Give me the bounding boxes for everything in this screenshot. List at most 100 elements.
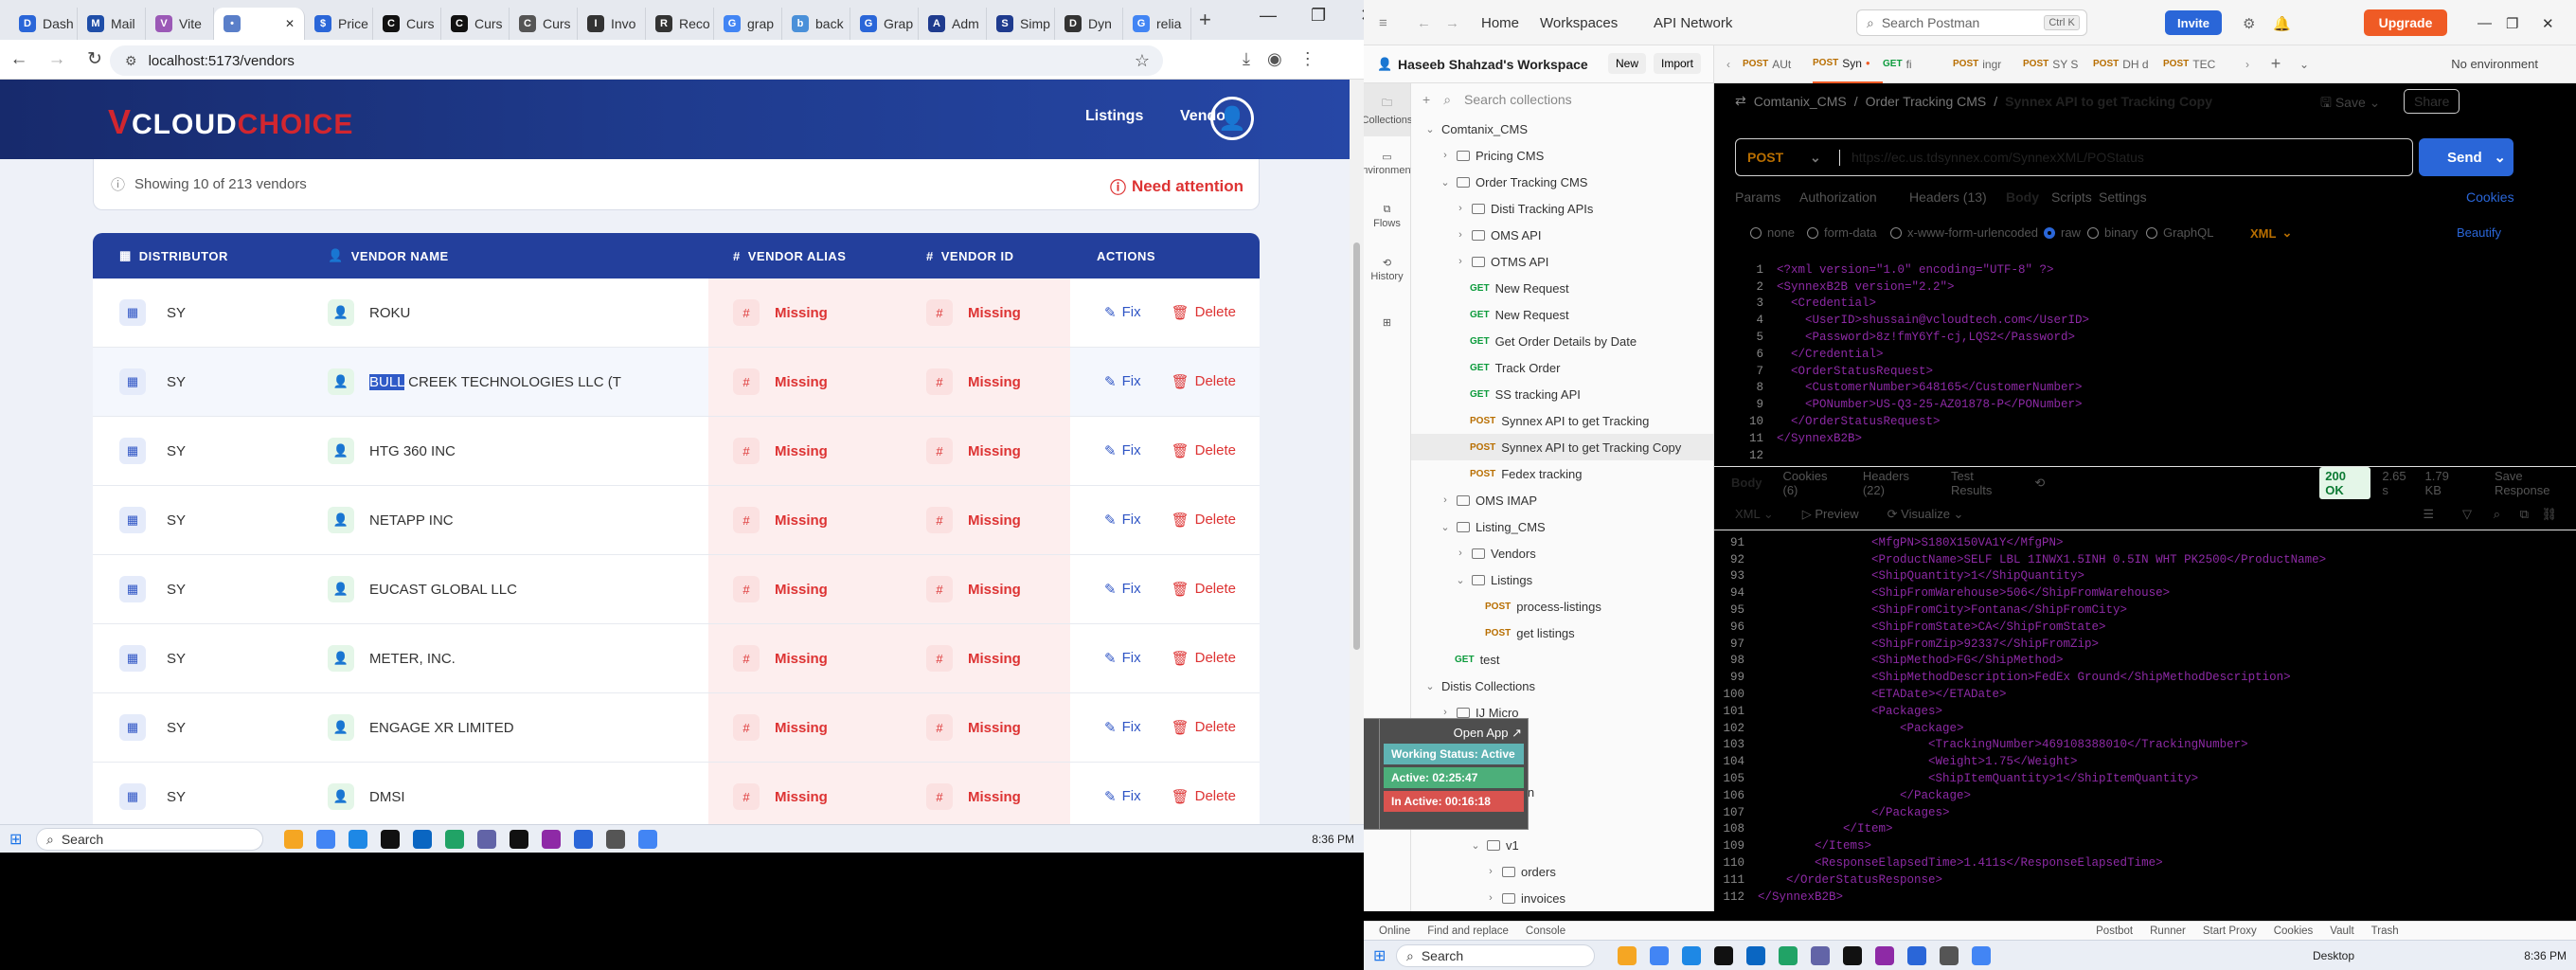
footer-item[interactable]: Vault [2330,925,2353,937]
maximize-icon[interactable]: ❐ [2506,15,2518,32]
tree-folder[interactable]: ⌄ Order Tracking CMS [1411,169,1713,195]
scrollbar-thumb[interactable] [1353,242,1360,650]
tree-request[interactable]: GET SS tracking API [1411,381,1713,407]
taskbar-app-icon[interactable] [1746,946,1765,965]
response-tab[interactable]: Test Results [1951,469,2013,497]
taskbar-app-icon[interactable] [349,830,367,849]
site-info-icon[interactable]: ⚙ [125,53,137,69]
delete-button[interactable]: 🗑 Delete [1172,304,1236,321]
footer-item[interactable]: Trash [2371,925,2399,937]
vendor-name[interactable]: DMSI [369,789,405,805]
notifications-icon[interactable]: 🔔 [2273,15,2291,32]
body-type-radio[interactable]: form-data [1807,225,1877,240]
download-icon[interactable]: ⤓ [1243,49,1250,69]
taskbar-app-icon[interactable] [316,830,335,849]
forward-icon[interactable]: → [1445,15,1459,31]
browser-tab[interactable]: $ Price [305,8,373,40]
vendor-name[interactable]: ROKU [369,305,410,321]
bookmark-star-icon[interactable]: ☆ [1135,51,1150,71]
taskbar-app-icon[interactable] [638,830,657,849]
browser-tab[interactable]: I Invo [578,8,646,40]
xml-select[interactable]: XML ⌄ [2250,225,2292,241]
delete-button[interactable]: 🗑 Delete [1172,373,1236,390]
response-tab[interactable]: Cookies (6) [1783,469,1842,497]
tree-request[interactable]: GET New Request [1411,275,1713,301]
tab-close-icon[interactable]: ✕ [285,17,295,30]
beautify-link[interactable]: Beautify [2457,225,2501,240]
browser-tab[interactable]: D Dash [9,8,78,40]
taskbar-search[interactable]: ⌕ Search [36,828,263,851]
taskbar-app-icon[interactable] [1714,946,1733,965]
tree-folder[interactable]: ⌄ Comtanix_CMS [1411,116,1713,142]
nav-listings[interactable]: Listings [1085,108,1143,125]
taskbar-app-icon[interactable] [606,830,625,849]
new-button[interactable]: New [1608,53,1647,74]
browser-tab[interactable]: Grelia [1123,8,1191,40]
request-subtab[interactable]: Scripts [2051,189,2092,205]
environment-select[interactable]: No environment [2451,57,2538,71]
taskbar-app-icon[interactable] [477,830,496,849]
rail-configure[interactable]: ⊞ [1364,296,1410,349]
taskbar-app-icon[interactable] [542,830,561,849]
taskbar-app-icon[interactable] [510,830,528,849]
nav-home[interactable]: Home [1481,15,1519,31]
fix-button[interactable]: ✎ Fix [1104,373,1141,390]
filter-icon[interactable]: ▽ [2462,507,2472,522]
taskbar-app-icon[interactable] [1843,946,1862,965]
tree-request[interactable]: POST Synnex API to get Tracking Copy [1411,434,1713,460]
vendor-name[interactable]: BULL CREEK TECHNOLOGIES LLC (T [369,373,621,390]
body-type-radio[interactable]: binary [2087,225,2138,240]
fix-button[interactable]: ✎ Fix [1104,304,1141,321]
tab-menu-icon[interactable]: ⌄ [2290,58,2318,71]
body-type-radio[interactable]: raw [2044,225,2081,240]
body-type-radio[interactable]: x-www-form-urlencoded [1890,225,2038,240]
footer-item[interactable]: Cookies [2274,925,2314,937]
tree-request[interactable]: POST Synnex API to get Tracking [1411,407,1713,434]
fix-button[interactable]: ✎ Fix [1104,442,1141,459]
close-icon[interactable]: ✕ [2542,15,2554,32]
response-tab[interactable]: Body [1731,476,1762,490]
browser-tab[interactable]: S Simp [987,8,1055,40]
tree-request[interactable]: POST Fedex tracking [1411,460,1713,487]
menu-icon[interactable]: ⋮ [1299,49,1316,69]
fix-button[interactable]: ✎ Fix [1104,650,1141,667]
share-button[interactable]: Share [2404,89,2460,114]
save-response-button[interactable]: Save Response [2495,469,2576,497]
request-subtab[interactable]: Authorization [1799,189,1877,205]
url-field[interactable]: ⚙ localhost:5173/vendors ☆ [110,45,1163,76]
taskbar-app-icon[interactable] [1940,946,1959,965]
browser-tab[interactable]: A Adm [919,8,987,40]
request-subtab[interactable]: Headers (13) [1909,189,1987,205]
taskbar-app-icon[interactable] [1682,946,1701,965]
footer-item[interactable]: Console [1526,925,1565,937]
body-type-radio[interactable]: none [1750,225,1795,240]
browser-tab[interactable]: D Dyn [1055,8,1123,40]
tree-folder[interactable]: › Vendors [1411,540,1713,566]
rail-history[interactable]: ⟲ History [1364,242,1410,296]
browser-tab[interactable]: G Grap [850,8,919,40]
preview-button[interactable]: ▷ Preview [1802,507,1859,522]
new-tab-icon[interactable]: + [2262,54,2290,74]
save-button[interactable]: 🖫 Save ⌄ [2320,93,2380,116]
upgrade-button[interactable]: Upgrade [2364,9,2447,36]
taskbar-app-icon[interactable] [1779,946,1798,965]
taskbar-app-icon[interactable] [1907,946,1926,965]
request-tab[interactable]: POST TEC [2163,45,2233,83]
vendor-name[interactable]: NETAPP INC [369,512,454,529]
request-body-editor[interactable]: 1 <?xml version="1.0" encoding="UTF-8" ?>… [1735,261,2546,462]
invite-button[interactable]: Invite [2165,10,2222,35]
minimize-icon[interactable]: — [2478,15,2492,31]
taskbar-app-icon[interactable] [1811,946,1830,965]
browser-tab[interactable]: C Curs [510,8,578,40]
link-icon[interactable]: ⛓ [2541,507,2557,522]
postman-search[interactable]: ⌕ Search Postman Ctrl K [1856,9,2087,36]
request-tab[interactable]: POST ingr [1953,45,2023,83]
taskbar-app-icon[interactable] [1650,946,1669,965]
fix-button[interactable]: ✎ Fix [1104,788,1141,805]
rail-environments[interactable]: ▭Environments [1364,136,1419,189]
nav-api-network[interactable]: API Network [1654,15,1732,31]
tabs-left-icon[interactable]: ‹ [1714,58,1743,71]
delete-button[interactable]: 🗑 Delete [1172,512,1236,529]
tree-folder[interactable]: ⌄ Listings [1411,566,1713,593]
history-icon[interactable]: ⟲ [2034,476,2045,491]
